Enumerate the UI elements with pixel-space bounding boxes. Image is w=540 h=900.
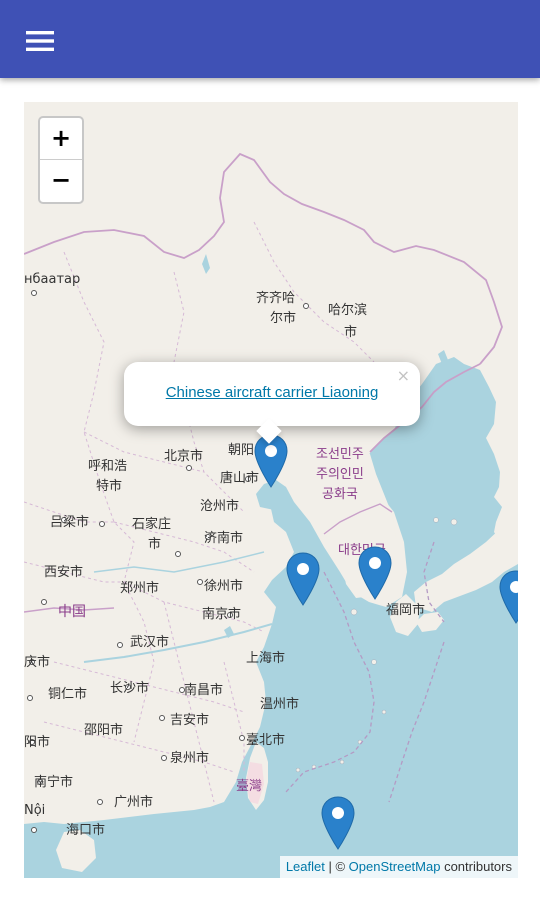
popup-title-link[interactable]: Chinese aircraft carrier Liaoning — [124, 384, 420, 401]
label-wuhan: 武汉市 — [130, 634, 169, 650]
label-shanghai: 上海市 — [246, 650, 285, 666]
label-beijing: 北京市 — [164, 448, 203, 464]
openstreetmap-link[interactable]: OpenStreetMap — [349, 859, 441, 874]
label-guiyang: 阳市 — [24, 734, 50, 750]
leaflet-link[interactable]: Leaflet — [286, 859, 325, 874]
label-xian: 西安市 — [44, 564, 83, 580]
label-north-korea-3: 공화국 — [322, 487, 358, 502]
label-cangzhou: 沧州市 — [200, 498, 239, 514]
label-nanning: 南宁市 — [34, 774, 73, 790]
map-attribution: Leaflet | © OpenStreetMap contributors — [279, 856, 518, 878]
label-hohhot-1: 呼和浩 — [88, 459, 127, 474]
label-zhengzhou: 郑州市 — [120, 580, 159, 596]
label-shijiazhuang-1: 石家庄 — [132, 516, 171, 532]
label-hohhot-2: 特市 — [96, 478, 122, 494]
label-jinan: 济南市 — [204, 530, 243, 546]
label-tongren: 铜仁市 — [48, 686, 87, 702]
marker-pin-icon — [499, 570, 518, 624]
label-ulaanbaatar: нбаатар — [24, 272, 80, 287]
label-nanjing: 南京市 — [202, 606, 241, 622]
label-harbin-2: 市 — [344, 324, 357, 340]
marker-liaoning[interactable] — [253, 434, 289, 488]
label-north-korea-1: 조선민주 — [316, 447, 364, 462]
hamburger-menu-icon — [26, 31, 54, 51]
label-xuzhou: 徐州市 — [204, 578, 243, 594]
label-wenzhou: 温州市 — [260, 696, 299, 712]
marker-east-china-sea[interactable] — [320, 796, 356, 850]
marker-yellow-sea[interactable] — [285, 552, 321, 606]
label-qing: 庆市 — [24, 654, 50, 670]
attribution-separator: | © — [324, 859, 349, 874]
label-fukuoka: 福岡市 — [386, 602, 425, 618]
label-jian: 吉安市 — [170, 712, 209, 728]
label-china: 中国 — [58, 604, 86, 620]
marker-pin-icon — [321, 796, 355, 850]
menu-button[interactable] — [18, 22, 62, 58]
map-tiles: нбаатар 齐齐哈 尔市 哈尔滨 市 呼和浩 特市 北京市 朝阳 唐山市 沧… — [24, 102, 518, 872]
app-bar — [0, 0, 540, 78]
zoom-in-button[interactable]: + — [40, 118, 82, 160]
marker-japan[interactable] — [498, 570, 518, 624]
label-haikou: 海口市 — [66, 822, 105, 838]
marker-popup: Chinese aircraft carrier Liaoning × — [124, 362, 420, 444]
label-north-korea-2: 주의인민 — [316, 467, 364, 482]
label-shijiazhuang-2: 市 — [148, 536, 161, 552]
label-quanzhou: 泉州市 — [170, 750, 209, 766]
label-taibei: 臺北市 — [246, 732, 285, 748]
zoom-out-button[interactable]: − — [40, 160, 82, 201]
label-shaoyang: 邵阳市 — [84, 722, 123, 738]
label-nanchang: 南昌市 — [184, 682, 223, 698]
zoom-control: + − — [38, 116, 84, 204]
marker-pin-icon — [358, 546, 392, 600]
label-changsha: 长沙市 — [110, 680, 149, 696]
label-guangzhou: 广州市 — [114, 794, 153, 810]
marker-pin-icon — [254, 434, 288, 488]
marker-pin-icon — [286, 552, 320, 606]
label-qiqihar-2: 尔市 — [270, 310, 296, 326]
map-view[interactable]: нбаатар 齐齐哈 尔市 哈尔滨 市 呼和浩 特市 北京市 朝阳 唐山市 沧… — [24, 102, 518, 878]
label-qiqihar-1: 齐齐哈 — [256, 290, 295, 306]
label-chaoyang: 朝阳 — [228, 443, 254, 458]
popup-close-button[interactable]: × — [397, 366, 410, 385]
marker-korea-strait[interactable] — [357, 546, 393, 600]
label-hanoi: Nội — [24, 803, 45, 818]
attribution-suffix: contributors — [440, 859, 512, 874]
label-lvliang: 吕梁市 — [50, 514, 89, 530]
label-taiwan: 臺灣 — [236, 779, 262, 794]
label-harbin-1: 哈尔滨 — [328, 302, 367, 318]
